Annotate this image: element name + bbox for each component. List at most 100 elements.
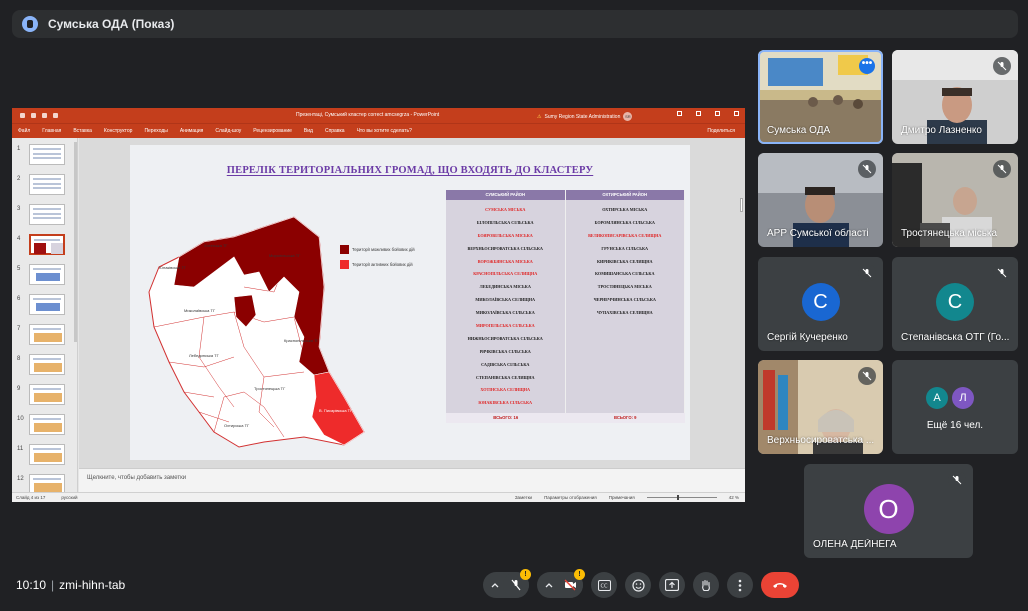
- slide-number: 3: [17, 206, 21, 212]
- notes-pane[interactable]: Щелкните, чтобы добавить заметки: [79, 468, 745, 492]
- participant-tile[interactable]: Дмитро Лазненко: [892, 50, 1018, 144]
- slide-thumbnail[interactable]: 6: [12, 294, 77, 320]
- chevron-up-icon[interactable]: [541, 572, 557, 598]
- mic-off-icon: [948, 471, 966, 489]
- participant-tile[interactable]: Тростянецька міська: [892, 153, 1018, 247]
- close-icon[interactable]: [734, 111, 739, 116]
- separator: |: [51, 578, 55, 592]
- tab-review[interactable]: Рецензирование: [253, 128, 292, 134]
- sumy-column: СУМСЬКА МІСЬКА БІЛОПІЛЬСЬКА СІЛЬСЬКА БОЯРО…: [446, 200, 566, 414]
- slide-thumbnail[interactable]: 5: [12, 264, 77, 290]
- community-cell: ВОРОЖБЯНСЬКА МІСЬКА: [477, 258, 533, 264]
- tab-file[interactable]: Файл: [18, 128, 30, 134]
- participant-tile[interactable]: Верхньосироватська ...: [758, 360, 883, 454]
- account-area[interactable]: ⚠ Sumy Region State Administration SR: [537, 112, 633, 121]
- leave-call-button[interactable]: [761, 572, 799, 598]
- slide-thumbnail[interactable]: 11: [12, 444, 77, 470]
- mic-off-icon: [858, 160, 876, 178]
- undo-icon[interactable]: [31, 113, 36, 118]
- zoom-level[interactable]: 42 %: [729, 495, 739, 500]
- current-slide[interactable]: ПЕРЕЛІК ТЕРИТОРІАЛЬНИХ ГРОМАД, ЩО ВХОДЯТ…: [130, 145, 690, 460]
- community-cell: ТРОСТЯНЕЦЬКА МІСЬКА: [597, 284, 652, 290]
- tab-slideshow[interactable]: Слайд-шоу: [215, 128, 241, 134]
- slide-preview: [29, 264, 65, 285]
- participant-tile[interactable]: О ОЛЕНА ДЕЙНЕГА: [804, 464, 973, 558]
- slide-thumbnail[interactable]: 2: [12, 174, 77, 200]
- notes-button[interactable]: Заметки: [515, 495, 532, 500]
- slide-number: 8: [17, 356, 21, 362]
- start-slideshow-icon[interactable]: [53, 113, 58, 118]
- raise-hand-button[interactable]: [693, 572, 719, 598]
- more-options-icon[interactable]: •••: [859, 58, 875, 74]
- present-button[interactable]: [659, 572, 685, 598]
- slide-scrollbar[interactable]: [740, 198, 743, 212]
- svg-text:Миколаївська ТГ: Миколаївська ТГ: [184, 308, 216, 313]
- tab-help[interactable]: Справка: [325, 128, 345, 134]
- more-options-button[interactable]: [727, 572, 753, 598]
- call-controls: ! ! CC: [483, 569, 799, 598]
- participant-tile[interactable]: ••• Сумська ОДА: [758, 50, 883, 144]
- mic-off-icon: [993, 160, 1011, 178]
- reactions-button[interactable]: [625, 572, 651, 598]
- slide-thumbnail[interactable]: 8: [12, 354, 77, 380]
- warning-icon: ⚠: [537, 113, 542, 120]
- ribbon-tabs: Файл Главная Вставка Конструктор Переход…: [12, 123, 745, 138]
- participant-avatar: Л: [952, 387, 974, 409]
- community-cell: БОРОМЛЯНСЬКА СІЛЬСЬКА: [594, 219, 655, 225]
- slide-thumbnail[interactable]: 9: [12, 384, 77, 410]
- more-participants-tile[interactable]: А Л Ещё 16 чел.: [892, 360, 1018, 454]
- participant-tile[interactable]: АРР Сумської області: [758, 153, 883, 247]
- save-icon[interactable]: [20, 113, 25, 118]
- slide-preview: [29, 474, 65, 492]
- comments-button[interactable]: Примечания: [609, 495, 635, 500]
- tell-me-search[interactable]: Что вы хотите сделать?: [357, 128, 412, 134]
- tab-home[interactable]: Главная: [42, 128, 61, 134]
- camera-toggle-button[interactable]: !: [557, 569, 585, 598]
- share-button[interactable]: Поделиться: [707, 128, 735, 134]
- participant-tile[interactable]: С Степанівська ОТГ (Го...: [892, 257, 1018, 351]
- participant-name: АРР Сумської області: [767, 228, 869, 239]
- tab-animations[interactable]: Анимация: [180, 128, 203, 134]
- community-cell: ГРУНСЬКА СІЛЬСЬКА: [601, 245, 649, 251]
- mic-toggle-button[interactable]: !: [503, 569, 531, 598]
- tab-design[interactable]: Конструктор: [104, 128, 133, 134]
- slide-thumbnail[interactable]: 12: [12, 474, 77, 492]
- community-cell: ЧУПАХІВСЬКА СЕЛИЩНА: [596, 310, 653, 316]
- slide-thumbnail[interactable]: 4: [12, 234, 77, 260]
- ribbon-display-icon[interactable]: [677, 111, 682, 116]
- maximize-icon[interactable]: [715, 111, 720, 116]
- community-cell: СТЕПАНІВСЬКА СЕЛИЩНА: [476, 374, 535, 380]
- more-participants-label: Ещё 16 чел.: [926, 420, 984, 431]
- meeting-code[interactable]: zmi-hihn-tab: [59, 578, 125, 592]
- community-cell: ЮНАКІВСЬКА СІЛЬСЬКА: [478, 400, 533, 406]
- slide-number: 5: [17, 266, 21, 272]
- mic-off-icon: [858, 264, 876, 282]
- slide-thumbnail[interactable]: 10: [12, 414, 77, 440]
- slide-preview: [29, 384, 65, 405]
- mic-off-icon: [511, 579, 521, 591]
- chevron-up-icon[interactable]: [487, 572, 503, 598]
- redo-icon[interactable]: [42, 113, 47, 118]
- user-avatar[interactable]: SR: [623, 112, 633, 121]
- zoom-slider[interactable]: [646, 495, 717, 500]
- legend-item: Території активних бойових дій: [340, 260, 415, 269]
- community-cell: ВЕЛИКОПИСАРІВСЬКА СЕЛИЩНА: [588, 232, 662, 238]
- minimize-icon[interactable]: [696, 111, 701, 116]
- slide-thumbnail[interactable]: 3: [12, 204, 77, 230]
- tab-transitions[interactable]: Переходы: [144, 128, 167, 134]
- slide-thumbnail[interactable]: 7: [12, 324, 77, 350]
- slide-thumbnail[interactable]: 1: [12, 144, 77, 170]
- display-settings-button[interactable]: Параметры отображения: [544, 495, 597, 500]
- camera-warning-badge: !: [574, 569, 585, 580]
- svg-text:CC: CC: [600, 583, 607, 589]
- mic-control-group: !: [483, 569, 531, 598]
- language-indicator[interactable]: русский: [61, 495, 77, 500]
- tab-view[interactable]: Вид: [304, 128, 313, 134]
- participant-tile[interactable]: С Сергій Кучеренко: [758, 257, 883, 351]
- tab-insert[interactable]: Вставка: [73, 128, 92, 134]
- legend-item: Території можливих бойових дій: [340, 245, 415, 254]
- participant-name: Дмитро Лазненко: [901, 125, 982, 136]
- captions-button[interactable]: CC: [591, 572, 617, 598]
- sumy-total: ВСЬОГО: 16: [493, 415, 519, 421]
- slide-preview: [29, 324, 65, 345]
